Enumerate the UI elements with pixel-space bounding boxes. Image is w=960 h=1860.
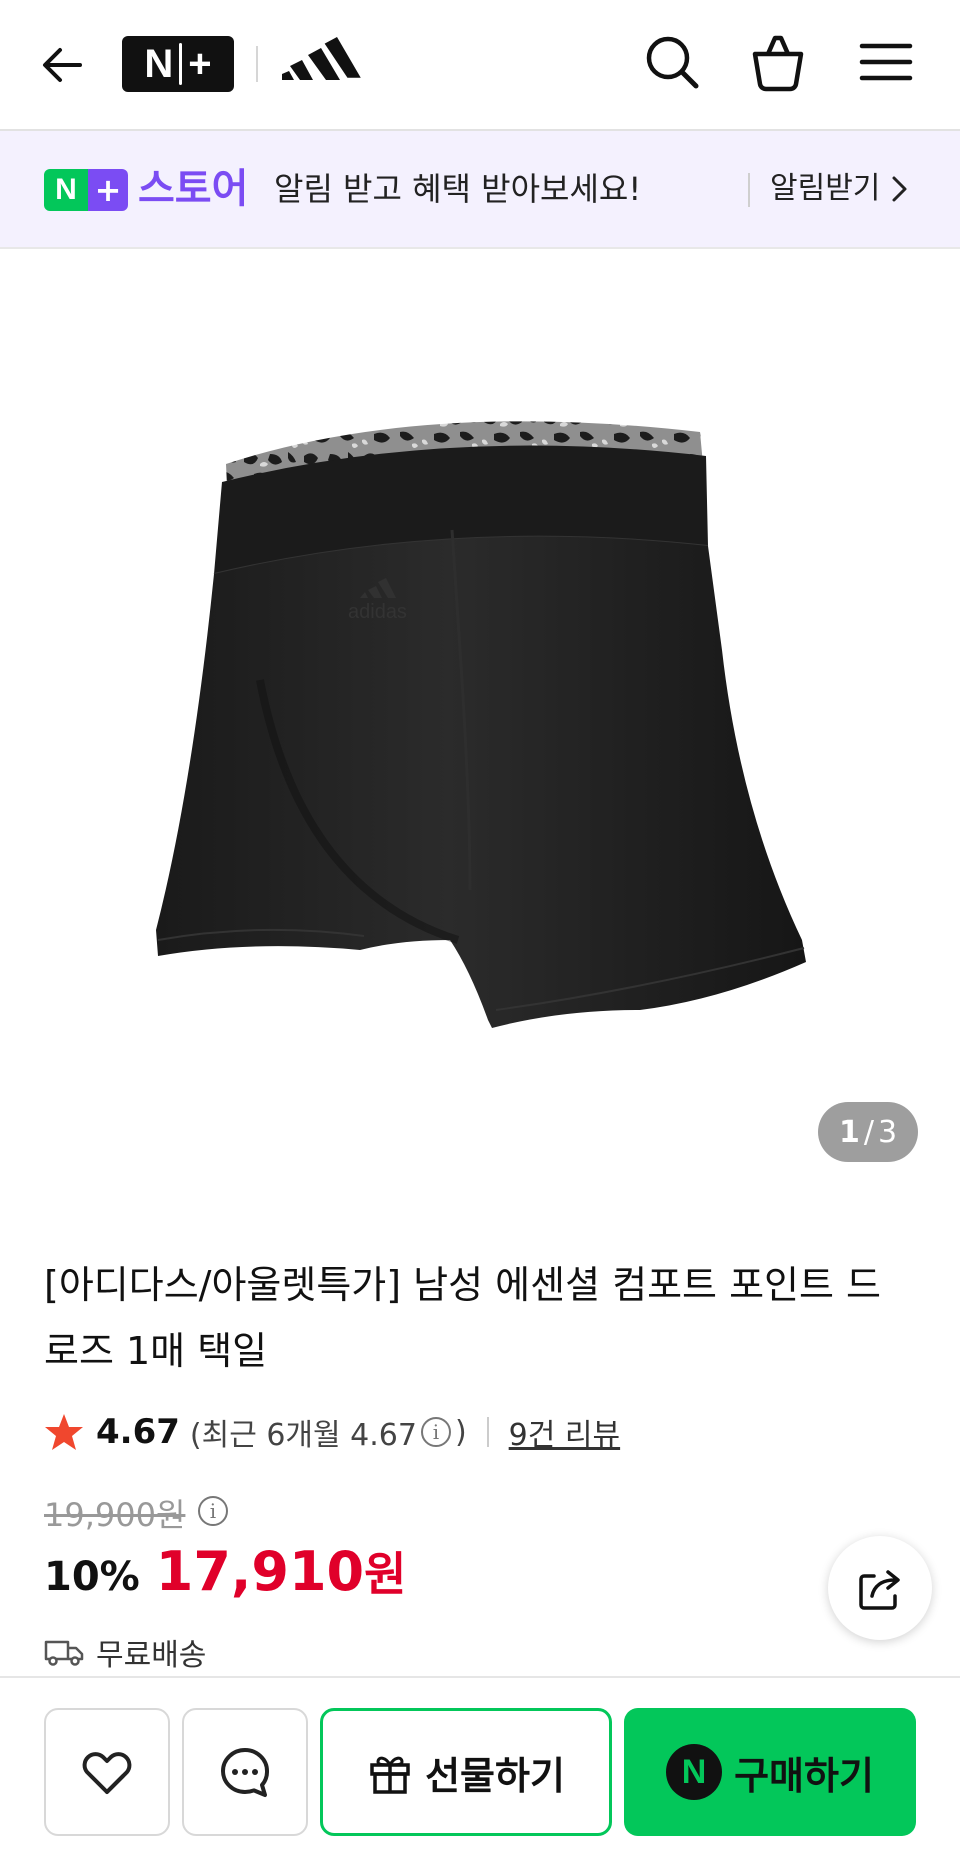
svg-text:adidas: adidas [348,601,407,623]
bottom-action-bar: 선물하기 N 구매하기 [0,1676,960,1860]
product-title: [아디다스/아울렛특가] 남성 에센셜 컴포트 포인트 드로즈 1매 택일 [44,1263,882,1373]
product-image[interactable]: adidas [0,250,960,1210]
price-row: 10% 17,910 원 [44,1538,406,1604]
currency-unit: 원 [364,1547,407,1601]
reviews-link[interactable]: 9건 리뷰 [509,1410,620,1454]
banner-message: 알림 받고 혜택 받아보세요! [274,170,642,208]
sale-price: 17,910 [155,1540,365,1603]
gift-icon [370,1756,410,1794]
nplus-store-badge: N + [44,169,128,211]
search-icon[interactable] [640,30,704,94]
notify-label: 알림받기 [770,171,881,206]
image-counter-total: 3 [877,1114,898,1150]
nplus-logo-plus: + [188,42,212,86]
rating-score: 4.67 [96,1412,180,1452]
rating-divider [486,1417,489,1447]
gift-label: 선물하기 [425,1753,565,1798]
badge-n: N [44,169,88,211]
price-info-icon[interactable]: i [198,1496,228,1526]
talk-button[interactable] [182,1708,308,1836]
wishlist-button[interactable] [44,1708,170,1836]
info-icon[interactable]: i [420,1417,451,1447]
badge-plus: + [88,169,128,211]
back-arrow-icon[interactable] [36,38,90,92]
buy-label: 구매하기 [734,1753,874,1798]
nplus-logo[interactable]: N + [122,36,234,92]
notify-button[interactable]: 알림받기 [770,161,910,217]
recent-rating-close: ) [454,1414,467,1450]
rating-row: 4.67 (최근 6개월 4.67 i ) 9건 리뷰 [44,1404,620,1460]
naver-pay-badge: N [666,1744,723,1800]
nplus-logo-n: N [144,42,174,86]
recent-rating-text: (최근 6개월 4.67 [189,1418,417,1453]
buy-button[interactable]: N 구매하기 [624,1708,916,1836]
star-icon [45,1414,83,1450]
share-icon [859,1570,900,1610]
banner-divider [748,173,750,207]
discount-rate: 10% [44,1554,140,1600]
shipping-info: 무료배송 [44,1630,206,1674]
shopping-bag-icon[interactable] [746,30,810,94]
image-counter: 1 / 3 [818,1102,918,1162]
shipping-label: 무료배송 [96,1638,207,1673]
heart-check-icon [82,1752,132,1794]
menu-icon[interactable] [854,30,918,94]
chat-bubble-icon [221,1748,269,1797]
share-button[interactable] [828,1536,932,1640]
recent-rating: (최근 6개월 4.67 i ) [190,1410,467,1454]
original-price: 19,900원 [44,1496,186,1534]
store-label: 스토어 [138,166,249,212]
gift-button[interactable]: 선물하기 [320,1708,612,1836]
notification-banner[interactable]: N + 스토어 알림 받고 혜택 받아보세요! 알림받기 [0,131,960,249]
chevron-right-icon [892,176,907,202]
nplus-logo-divider [179,43,183,85]
adidas-logo[interactable] [280,36,362,90]
image-counter-separator: / [863,1114,874,1150]
truck-icon [44,1640,84,1666]
header-divider [256,46,258,82]
top-header: N + [0,0,960,131]
image-counter-current: 1 [838,1114,860,1150]
